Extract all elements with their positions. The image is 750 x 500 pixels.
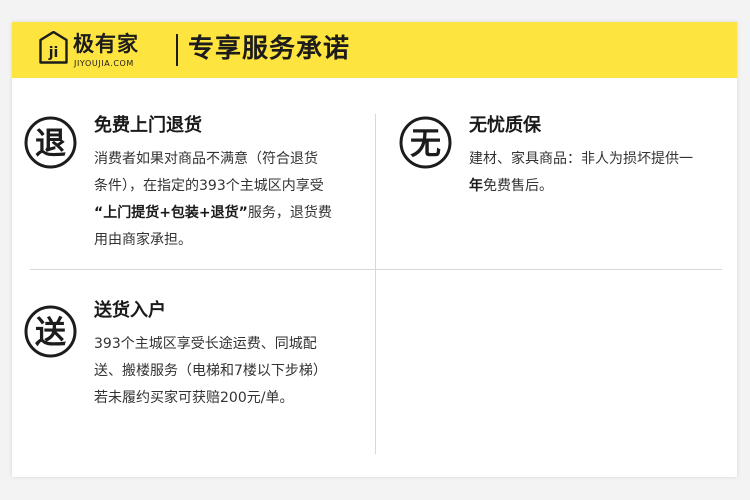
return-badge-char: 退: [35, 126, 66, 162]
header-divider: [176, 34, 178, 66]
service-title: 免费上门退货: [94, 115, 202, 136]
service-title: 无忧质保: [469, 115, 541, 136]
brand-name: 极有家: [73, 32, 139, 56]
warranty-badge-icon: 无: [399, 116, 452, 169]
logo-letter: ji: [48, 45, 59, 61]
service-description: 建材、家具商品：非人为损坏提供一 年免费售后。: [469, 146, 693, 200]
desc-line: 条件），在指定的393个主城区内享受: [94, 178, 324, 194]
delivery-badge-char: 送: [35, 315, 66, 351]
page-title: 专享服务承诺: [188, 34, 351, 64]
jiyoujia-logo-icon: ji: [39, 31, 68, 64]
header-bar: ji 极有家 JIYOUJIA.COM 专享服务承诺: [12, 22, 737, 78]
service-promise-card: ji 极有家 JIYOUJIA.COM 专享服务承诺 退 免费上门退货 消费者如…: [12, 22, 737, 477]
vertical-divider: [375, 114, 376, 454]
desc-line: 若未履约买家可获赔200元/单。: [94, 390, 294, 406]
desc-line: 393个主城区享受长途运费、同城配: [94, 336, 317, 352]
horizontal-divider: [30, 269, 722, 270]
desc-line: 消费者如果对商品不满意（符合退货: [94, 151, 318, 167]
service-description: 消费者如果对商品不满意（符合退货 条件），在指定的393个主城区内享受 “上门提…: [94, 146, 332, 254]
return-badge-icon: 退: [24, 116, 77, 169]
service-title: 送货入户: [94, 300, 166, 321]
desc-line: 用由商家承担。: [94, 232, 192, 248]
desc-line: 送、搬楼服务（电梯和7楼以下步梯）: [94, 363, 327, 379]
delivery-badge-icon: 送: [24, 305, 77, 358]
brand-domain: JIYOUJIA.COM: [74, 59, 134, 68]
desc-line: 建材、家具商品：非人为损坏提供一: [469, 151, 693, 167]
desc-line: “上门提货+包装+退货”服务，退货费: [94, 205, 332, 221]
desc-line: 年免费售后。: [469, 178, 553, 194]
warranty-badge-char: 无: [410, 126, 441, 162]
service-description: 393个主城区享受长途运费、同城配 送、搬楼服务（电梯和7楼以下步梯） 若未履约…: [94, 331, 327, 412]
